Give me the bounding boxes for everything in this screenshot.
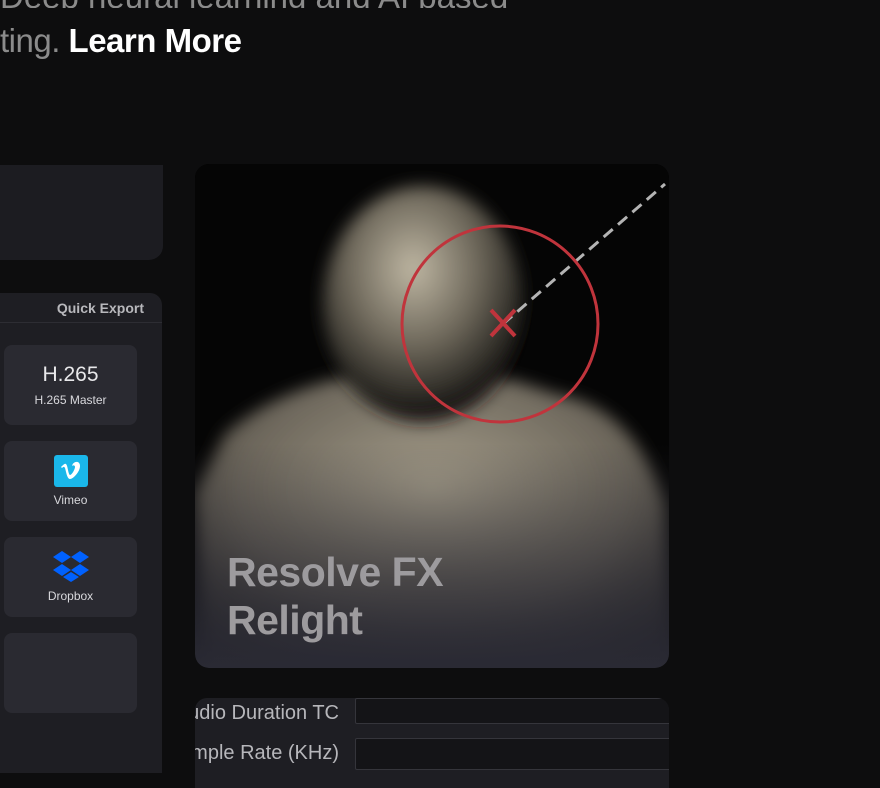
relight-title-line1: Resolve FX	[227, 549, 444, 595]
export-tile-h265[interactable]: H.265 H.265 Master	[4, 345, 137, 425]
left-top-card	[0, 165, 163, 260]
relight-feature-card[interactable]: Resolve FX Relight	[195, 164, 669, 668]
sample-rate-field[interactable]	[355, 738, 669, 770]
param-label: Audio Duration TC	[195, 702, 339, 724]
relight-title: Resolve FX Relight	[227, 548, 444, 644]
hero-text-top: Deep neural learning and AI based	[0, 0, 520, 8]
learn-more-link[interactable]: Learn More	[69, 22, 242, 59]
export-tile-dropbox[interactable]: Dropbox	[4, 537, 137, 617]
h265-subtitle: H.265 Master	[34, 393, 107, 407]
clip-attributes-panel: Audio Duration TC Sample Rate (KHz)	[195, 698, 669, 788]
h265-title: H.265	[42, 363, 99, 386]
dropbox-label: Dropbox	[47, 589, 94, 603]
export-tile-vimeo[interactable]: Vimeo	[4, 441, 137, 521]
dropbox-icon	[52, 551, 89, 582]
relight-title-line2: Relight	[227, 597, 363, 643]
quick-export-header: Quick Export	[0, 293, 162, 323]
param-label: Sample Rate (KHz)	[195, 742, 339, 764]
export-tile-empty[interactable]	[4, 633, 137, 713]
param-row-sample-rate: Sample Rate (KHz)	[195, 738, 669, 770]
quick-export-panel: Quick Export H.265 H.265 Master Vimeo Dr…	[0, 293, 162, 773]
vimeo-label: Vimeo	[53, 493, 88, 507]
audio-duration-field[interactable]	[355, 698, 669, 724]
hero-text-tail: ting.	[0, 22, 60, 59]
hero-text: ting. Learn More	[0, 22, 242, 60]
vimeo-icon	[53, 455, 88, 487]
param-row-audio-duration: Audio Duration TC	[195, 698, 669, 728]
